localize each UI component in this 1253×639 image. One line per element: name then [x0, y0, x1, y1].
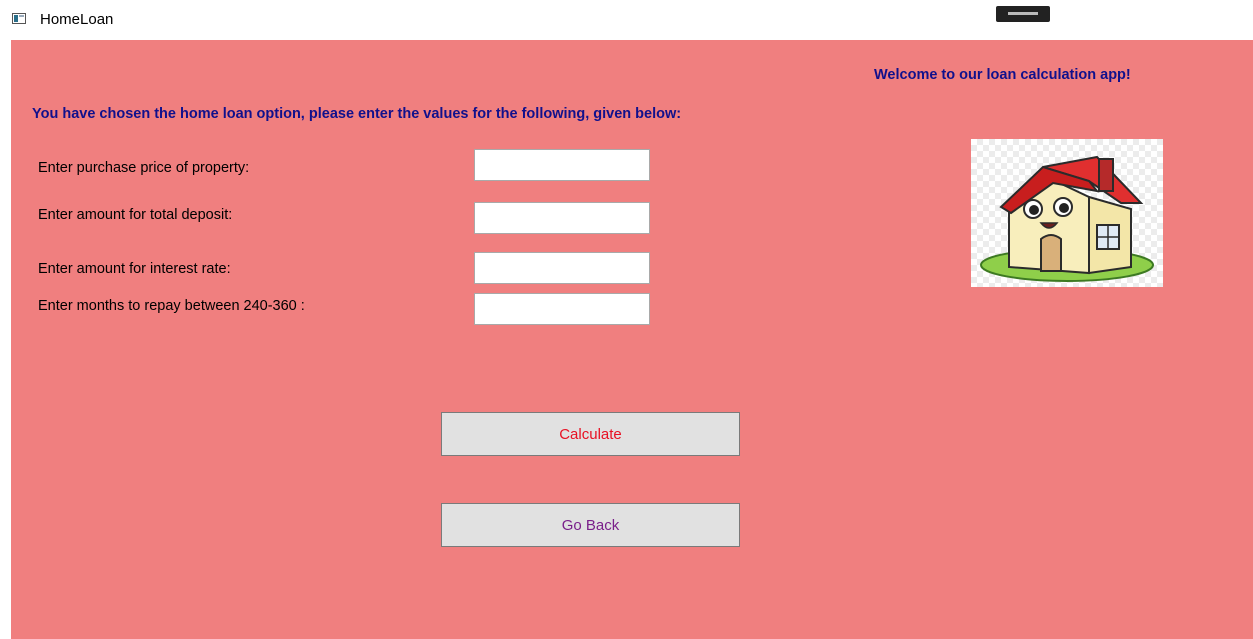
deposit-label: Enter amount for total deposit: — [38, 207, 233, 223]
interest-rate-label: Enter amount for interest rate: — [38, 261, 231, 277]
interest-rate-input[interactable] — [474, 252, 650, 284]
purchase-price-label: Enter purchase price of property: — [38, 160, 250, 176]
go-back-button[interactable]: Go Back — [441, 503, 740, 547]
instructions-text: You have chosen the home loan option, pl… — [32, 106, 682, 122]
title-bar: HomeLoan — [0, 0, 1253, 40]
deposit-input[interactable] — [474, 202, 650, 234]
titlebar-toolbar-handle[interactable] — [996, 6, 1050, 22]
house-image — [971, 139, 1163, 287]
window-title: HomeLoan — [40, 11, 114, 28]
app-window-icon — [12, 13, 26, 24]
calculate-button[interactable]: Calculate — [441, 412, 740, 456]
repay-months-input[interactable] — [474, 293, 650, 325]
welcome-heading: Welcome to our loan calculation app! — [874, 67, 1131, 83]
home-loan-panel — [11, 40, 1253, 639]
cartoon-house-icon — [980, 155, 1154, 282]
repay-months-label: Enter months to repay between 240-360 : — [38, 298, 305, 314]
purchase-price-input[interactable] — [474, 149, 650, 181]
